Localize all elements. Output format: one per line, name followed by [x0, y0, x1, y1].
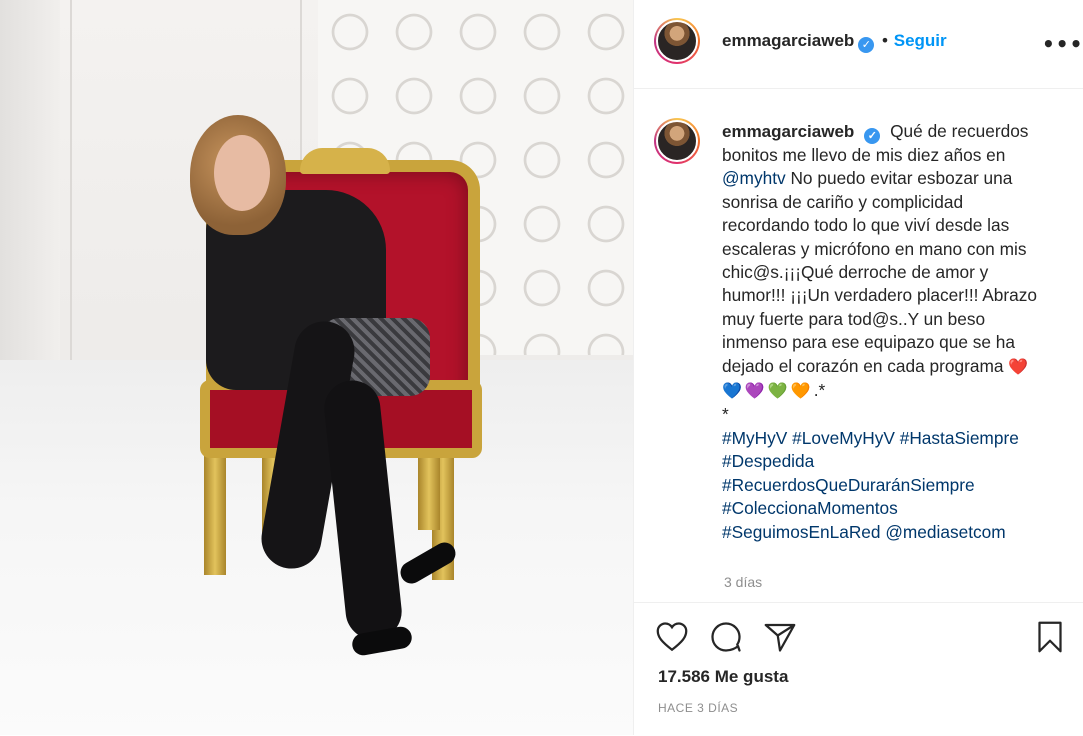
comment-timestamp[interactable]: 3 días [724, 574, 762, 590]
hashtag-block: #MyHyV #LoveMyHyV #HastaSiempre #Despedi… [722, 427, 1052, 544]
mention-link[interactable]: @myhtv [722, 168, 786, 188]
hashtag-link[interactable]: #Despedida [722, 451, 814, 471]
blue-heart-icon: 💙 [722, 383, 742, 401]
chair-crest [300, 148, 390, 174]
action-bar: 17.586 Me gusta HACE 3 DÍAS [634, 602, 1083, 736]
hashtag-link[interactable]: #ColeccionaMomentos [722, 498, 898, 518]
caption-avatar[interactable] [654, 118, 700, 164]
share-icon[interactable] [762, 619, 798, 655]
caption-username[interactable]: emmagarciaweb [722, 122, 854, 141]
chair-leg [204, 440, 226, 575]
heart-icon[interactable] [654, 619, 690, 655]
hashtag-link[interactable]: #LoveMyHyV [792, 428, 895, 448]
bookmark-icon[interactable] [1032, 619, 1068, 655]
photo-background-stairs [0, 0, 60, 360]
verified-badge-icon: ✓ [864, 128, 881, 144]
red-heart-icon: ❤️ [1008, 358, 1029, 376]
likes-count[interactable]: 17.586 Me gusta [658, 667, 788, 687]
woman-face [214, 135, 270, 211]
post-header: emmagarciaweb ✓ • Seguir ••• [634, 0, 1083, 89]
hashtag-link[interactable]: #SeguimosEnLaRed [722, 522, 881, 542]
follow-button[interactable]: Seguir [894, 31, 947, 50]
caption: emmagarciaweb ✓ Qué de recuerdos bonitos … [722, 120, 1052, 544]
caption-asterisk: * [722, 404, 729, 425]
orange-heart-icon: 🧡 [790, 383, 811, 401]
post-photo[interactable] [0, 0, 633, 735]
caption-text: No puedo evitar esbozar una sonrisa de c… [722, 168, 1038, 376]
avatar-image [656, 120, 698, 162]
caption-text: .* [813, 380, 826, 401]
header-username[interactable]: emmagarciaweb [722, 31, 854, 50]
avatar[interactable] [654, 18, 700, 64]
purple-heart-icon: 💜 [744, 383, 765, 401]
mention-link[interactable]: @mediasetcom [885, 522, 1005, 542]
green-heart-icon: 💚 [767, 383, 788, 401]
post-sidebar: emmagarciaweb ✓ • Seguir ••• emmagarciaweb ✓… [633, 0, 1083, 735]
comment-icon[interactable] [708, 619, 744, 655]
instagram-post: emmagarciaweb ✓ • Seguir ••• emmagarciaweb ✓… [0, 0, 1083, 735]
post-timestamp[interactable]: HACE 3 DÍAS [658, 701, 738, 715]
verified-badge-icon: ✓ [858, 37, 875, 53]
hashtag-link[interactable]: #RecuerdosQueDuraránSiempre [722, 475, 975, 495]
photo-wall-line [70, 0, 72, 360]
header-separator: • [880, 31, 890, 50]
hashtag-link[interactable]: #MyHyV [722, 428, 787, 448]
more-options-icon[interactable]: ••• [1042, 32, 1083, 56]
hashtag-link[interactable]: #HastaSiempre [900, 428, 1019, 448]
header-user-line: emmagarciaweb ✓ • Seguir [722, 31, 947, 53]
avatar-image [656, 20, 698, 62]
